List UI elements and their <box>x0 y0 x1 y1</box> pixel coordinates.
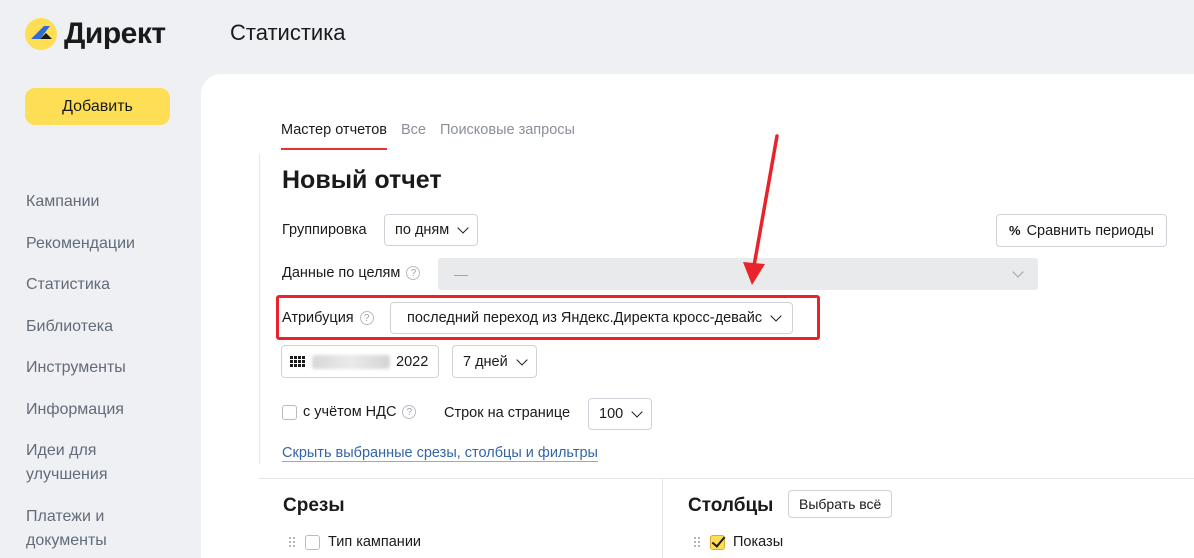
tab-search-queries[interactable]: Поисковые запросы <box>440 122 575 150</box>
goals-value: — <box>454 266 468 282</box>
vat-label: с учётом НДС <box>303 404 397 420</box>
compare-periods-label: Сравнить периоды <box>1026 222 1154 239</box>
section-divider <box>259 478 1194 479</box>
rows-per-page-select[interactable]: 100 <box>588 398 653 430</box>
goals-select[interactable]: — <box>438 258 1038 290</box>
grouping-label: Группировка <box>282 222 367 238</box>
sidebar-item-library[interactable]: Библиотека <box>26 315 196 339</box>
sidebar-item-tools[interactable]: Инструменты <box>26 356 196 380</box>
grouping-label-text: Группировка <box>282 222 367 238</box>
tab-report-wizard[interactable]: Мастер отчетов <box>281 122 387 150</box>
yandex-direct-logo-icon <box>25 18 57 50</box>
compare-icon: % <box>1009 223 1021 238</box>
date-picker[interactable]: 2022 <box>281 345 439 378</box>
page-title: Статистика <box>230 20 346 45</box>
sidebar-item-statistics[interactable]: Статистика <box>26 273 196 297</box>
tab-all[interactable]: Все <box>401 122 426 150</box>
column-divider <box>662 478 663 558</box>
sidebar-item-payments[interactable]: Платежи и документы <box>26 505 136 553</box>
slice-item[interactable]: Тип кампании <box>289 534 421 550</box>
calendar-icon <box>290 355 306 368</box>
blurred-date <box>312 354 390 369</box>
hide-selected-link[interactable]: Скрыть выбранные срезы, столбцы и фильтр… <box>282 445 598 462</box>
column-item[interactable]: Показы <box>694 534 783 550</box>
sidebar-item-campaigns[interactable]: Кампании <box>26 190 196 214</box>
rows-label-text: Строк на странице <box>444 405 571 421</box>
vat-option[interactable]: с учётом НДС ? <box>282 404 417 420</box>
left-divider <box>259 154 260 464</box>
columns-title: Столбцы <box>688 495 774 516</box>
slice-label: Тип кампании <box>328 534 422 550</box>
chevron-down-icon <box>631 406 643 418</box>
period-select[interactable]: 7 дней <box>452 345 537 378</box>
sidebar-item-information[interactable]: Информация <box>26 398 196 422</box>
goals-label: Данные по целям ? <box>282 265 421 281</box>
column-checkbox[interactable] <box>710 534 725 550</box>
chevron-down-icon <box>1012 266 1024 278</box>
main-panel: Мастер отчетов Все Поисковые запросы Нов… <box>201 74 1194 558</box>
column-label: Показы <box>733 534 784 550</box>
rows-value: 100 <box>599 406 624 422</box>
add-button[interactable]: Добавить <box>25 88 170 125</box>
report-tabs: Мастер отчетов Все Поисковые запросы <box>281 122 575 150</box>
grouping-select[interactable]: по дням <box>384 214 479 246</box>
rows-per-page-label: Строк на странице <box>444 405 570 421</box>
sidebar-item-ideas[interactable]: Идеи для улучшения <box>26 439 136 487</box>
help-icon[interactable]: ? <box>402 405 417 419</box>
chevron-down-icon <box>516 353 528 366</box>
slice-checkbox[interactable] <box>305 534 320 550</box>
date-year: 2022 <box>396 353 429 370</box>
help-icon[interactable]: ? <box>406 266 421 280</box>
sidebar-item-recommendations[interactable]: Рекомендации <box>26 232 196 256</box>
drag-handle-icon[interactable] <box>289 537 297 547</box>
sidebar-nav: Кампании Рекомендации Статистика Библиот… <box>26 190 196 558</box>
logo[interactable]: Директ <box>24 14 166 54</box>
chevron-down-icon <box>457 222 469 234</box>
grouping-value: по дням <box>395 222 450 238</box>
report-title: Новый отчет <box>282 166 442 194</box>
logo-text: Директ <box>64 17 166 50</box>
select-all-button[interactable]: Выбрать всё <box>788 490 893 518</box>
compare-periods-button[interactable]: % Сравнить периоды <box>996 214 1167 247</box>
vat-checkbox[interactable] <box>282 404 297 420</box>
goals-label-text: Данные по целям <box>282 265 401 281</box>
period-value: 7 дней <box>463 353 508 370</box>
drag-handle-icon[interactable] <box>694 537 702 547</box>
attribution-highlight-box <box>276 295 820 340</box>
slices-title: Срезы <box>283 495 345 516</box>
